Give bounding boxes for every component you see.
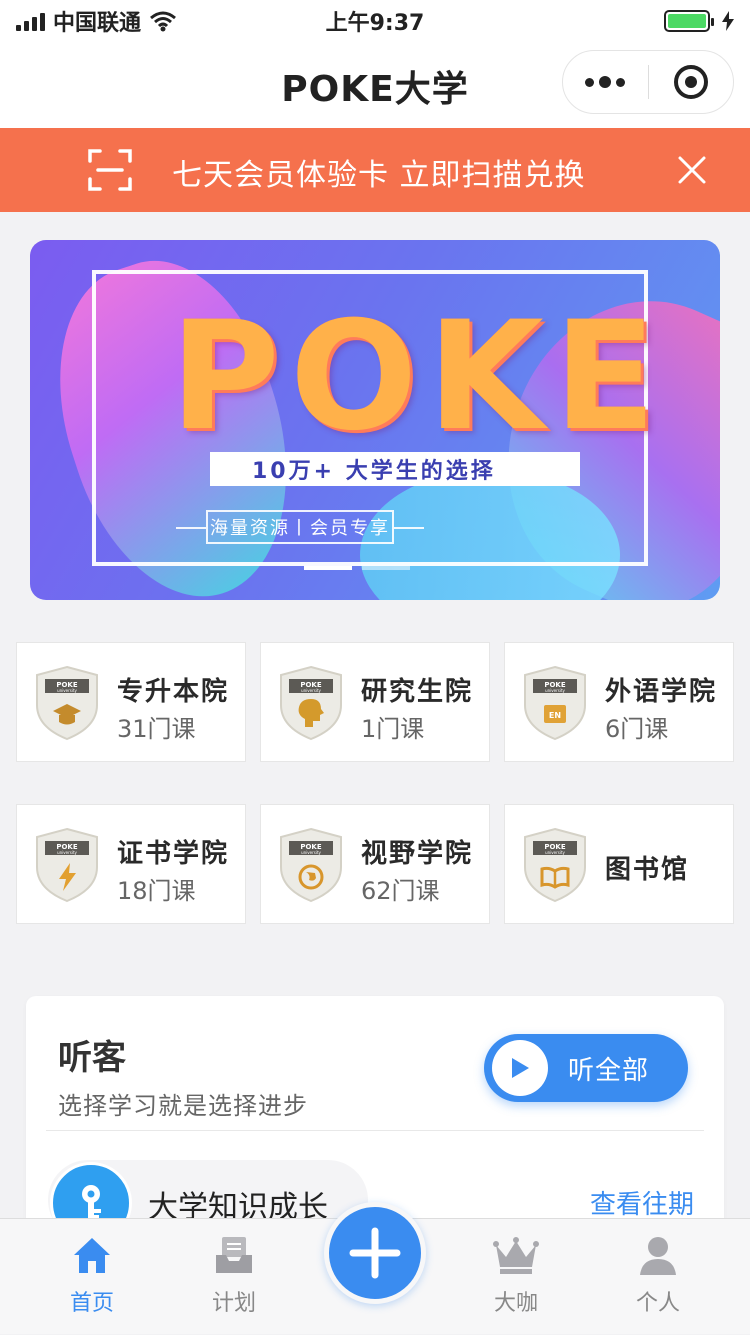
category-count: 1门课 xyxy=(361,715,425,743)
title-bar: POKE大学 xyxy=(0,42,750,128)
category-count: 31门课 xyxy=(117,715,196,743)
category-card-yanjiusheng[interactable]: POKE university 研究生院 1门课 xyxy=(260,642,490,762)
carousel-dot[interactable] xyxy=(362,566,410,570)
globe-icon: POKE university xyxy=(280,827,342,903)
hero-tagline: 10万+ 大学生的选择 xyxy=(210,452,580,486)
category-count: 62门课 xyxy=(361,877,440,905)
more-button[interactable] xyxy=(563,51,648,113)
hero-banner[interactable]: POKE 10万+ 大学生的选择 海量资源丨会员专享 xyxy=(30,240,720,600)
svg-text:university: university xyxy=(301,850,321,855)
category-count: 6门课 xyxy=(605,715,669,743)
carousel-indicator xyxy=(304,566,410,570)
section-title: 听客 xyxy=(58,1038,126,1078)
mini-program-capsule xyxy=(562,50,734,114)
promo-text[interactable]: 七天会员体验卡 立即扫描兑换 xyxy=(172,150,586,194)
category-name: 专升本院 xyxy=(117,677,230,707)
tab-label: 计划 xyxy=(211,1291,256,1316)
add-button[interactable] xyxy=(324,1202,426,1304)
charging-icon xyxy=(722,11,734,31)
status-bar: 中国联通 上午9:37 xyxy=(0,0,750,42)
divider xyxy=(46,1130,704,1131)
battery-fill xyxy=(668,14,706,28)
category-card-zhengshu[interactable]: POKE university 证书学院 18门课 xyxy=(16,804,246,924)
promo-banner[interactable]: 七天会员体验卡 立即扫描兑换 xyxy=(0,128,750,212)
plus-icon xyxy=(349,1227,401,1279)
category-card-zhuanshengben[interactable]: POKE university 专升本院 31门课 xyxy=(16,642,246,762)
hero-sub-line xyxy=(394,527,424,529)
svg-text:university: university xyxy=(545,688,565,693)
graduation-cap-icon: POKE university xyxy=(36,665,98,741)
category-name: 图书馆 xyxy=(605,855,690,885)
wifi-icon xyxy=(150,11,176,32)
category-name: 研究生院 xyxy=(361,677,474,707)
svg-text:university: university xyxy=(545,850,565,855)
lightning-icon: POKE university xyxy=(36,827,98,903)
tab-label: 个人 xyxy=(635,1291,680,1316)
section-subtitle: 选择学习就是选择进步 xyxy=(58,1092,308,1120)
tab-experts[interactable]: 大咖 xyxy=(456,1219,576,1335)
category-name: 视野学院 xyxy=(361,839,474,869)
play-all-button[interactable]: 听全部 xyxy=(484,1034,688,1102)
signal-icon xyxy=(16,11,45,31)
category-count: 18门课 xyxy=(117,877,196,905)
home-icon xyxy=(74,1238,110,1273)
svg-text:EN: EN xyxy=(549,711,561,720)
history-link[interactable]: 查看往期 xyxy=(590,1184,694,1221)
tab-home[interactable]: 首页 xyxy=(32,1219,152,1335)
play-all-label: 听全部 xyxy=(568,1055,650,1086)
category-card-shiye[interactable]: POKE university 视野学院 62门课 xyxy=(260,804,490,924)
person-icon xyxy=(640,1237,676,1275)
hero-sub-line xyxy=(176,527,206,529)
tab-label: 首页 xyxy=(69,1291,114,1316)
target-circle-icon xyxy=(673,65,708,99)
crown-icon xyxy=(493,1237,539,1274)
category-card-waiyu[interactable]: POKE university EN 外语学院 6门课 xyxy=(504,642,734,762)
tab-profile[interactable]: 个人 xyxy=(598,1219,718,1335)
category-name: 外语学院 xyxy=(605,677,718,707)
scan-icon[interactable] xyxy=(88,149,132,191)
head-icon: POKE university xyxy=(280,665,342,741)
category-name: 证书学院 xyxy=(117,839,230,869)
tab-label: 大咖 xyxy=(493,1291,538,1316)
battery-icon xyxy=(664,10,714,32)
en-book-icon: POKE university EN xyxy=(524,665,586,741)
category-card-library[interactable]: POKE university 图书馆 xyxy=(504,804,734,924)
tab-plan[interactable]: 计划 xyxy=(174,1219,294,1335)
carousel-dot[interactable] xyxy=(304,566,352,570)
inbox-icon xyxy=(216,1237,252,1273)
play-icon xyxy=(492,1040,548,1096)
more-dots-icon xyxy=(585,76,626,88)
svg-text:university: university xyxy=(57,850,77,855)
exit-button[interactable] xyxy=(649,51,734,113)
open-book-icon: POKE university xyxy=(524,827,586,903)
svg-text:university: university xyxy=(301,688,321,693)
svg-text:university: university xyxy=(57,688,77,693)
hero-brand: POKE xyxy=(170,290,667,464)
carrier-label: 中国联通 xyxy=(53,11,142,36)
hero-subtitle: 海量资源丨会员专享 xyxy=(206,510,394,544)
close-icon[interactable] xyxy=(676,154,708,186)
